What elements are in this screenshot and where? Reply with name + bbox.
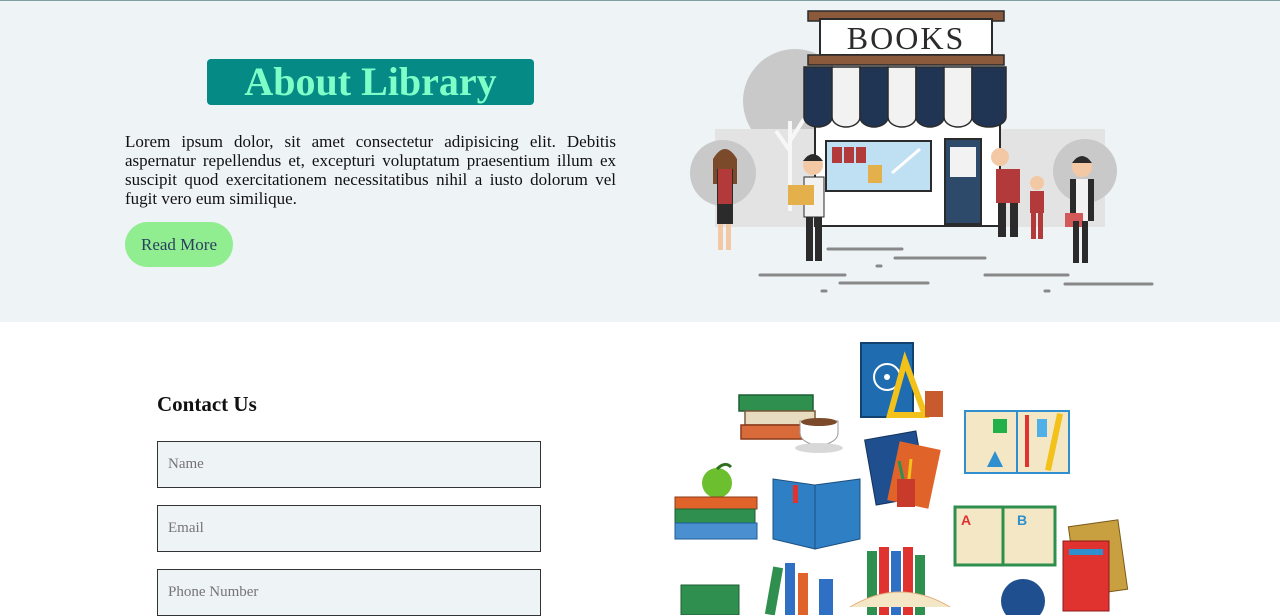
svg-text:B: B [1017, 512, 1027, 528]
svg-text:A: A [961, 512, 971, 528]
contact-title: Contact Us [157, 392, 257, 416]
books-collection-illustration: A B [674, 342, 1129, 615]
read-more-button[interactable]: Read More [125, 222, 233, 267]
phone-input[interactable] [157, 569, 541, 616]
about-title: About Library [207, 59, 534, 105]
about-section: About Library Lorem ipsum dolor, sit ame… [0, 0, 1280, 322]
store-sign-text: BOOKS [847, 20, 965, 56]
name-input[interactable] [157, 441, 541, 488]
bookstore-illustration: BOOKS [690, 10, 1154, 293]
email-input[interactable] [157, 505, 541, 552]
about-description: Lorem ipsum dolor, sit amet consectetur … [125, 132, 616, 208]
